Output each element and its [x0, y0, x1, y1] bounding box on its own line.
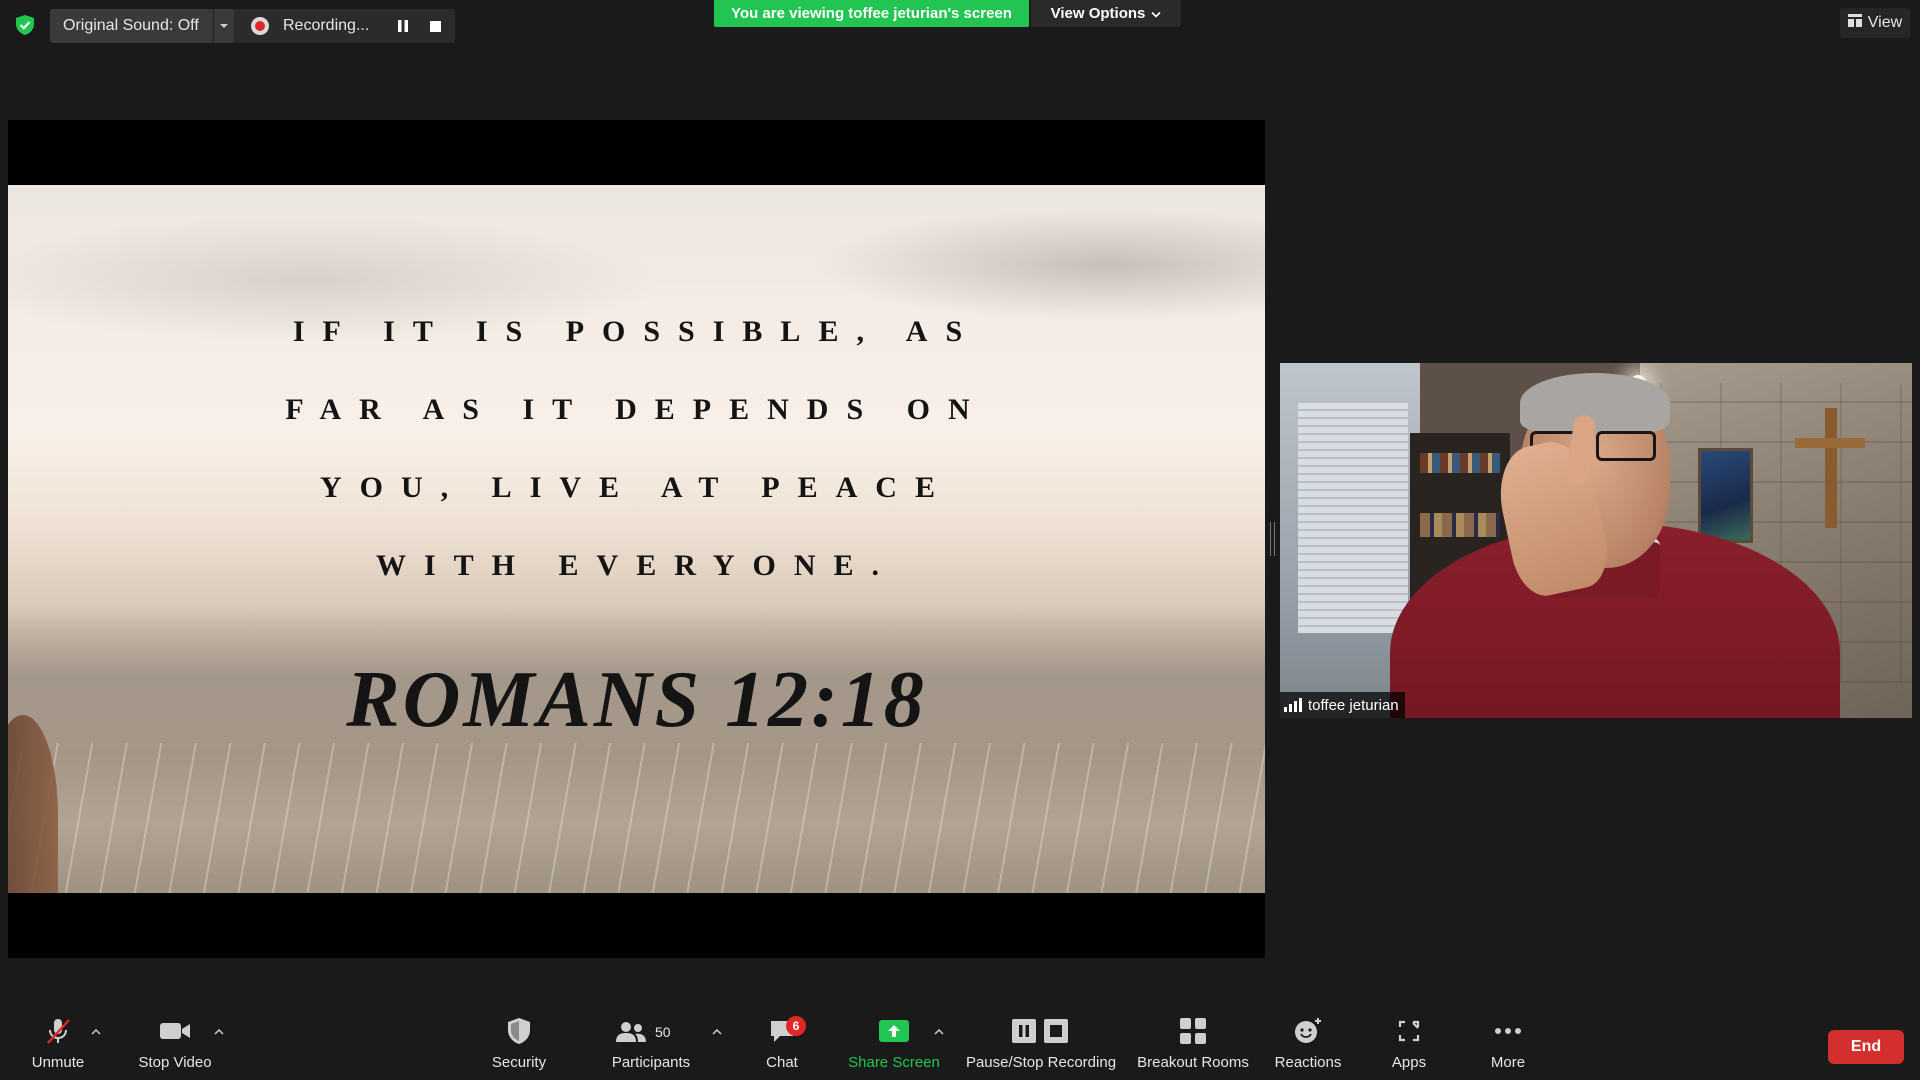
participants-icon: 50	[606, 1010, 696, 1052]
chevron-up-icon[interactable]	[709, 1024, 725, 1040]
breakout-rooms-label: Breakout Rooms	[1137, 1054, 1249, 1071]
verse-line: WITH EVERYONE.	[376, 549, 897, 582]
pause-stop-recording-icon	[1012, 1010, 1070, 1052]
apps-icon	[1396, 1010, 1422, 1052]
participants-label: Participants	[611, 1054, 691, 1071]
stop-video-button[interactable]: Stop Video	[131, 1010, 219, 1080]
recording-label: Recording...	[283, 17, 370, 34]
slide-grass	[8, 743, 1265, 893]
share-screen-arrow-icon	[879, 1010, 909, 1052]
video-cross	[1795, 408, 1865, 528]
view-button[interactable]: View	[1840, 8, 1910, 38]
verse-reference: ROMANS 12:18	[346, 656, 927, 744]
verse-line: IF IT IS POSSIBLE, AS	[292, 315, 981, 348]
participant-name: toffee jeturian	[1308, 696, 1399, 714]
stop-video-label: Stop Video	[138, 1054, 212, 1071]
chevron-up-icon[interactable]	[88, 1024, 104, 1040]
participant-name-tag: toffee jeturian	[1280, 692, 1405, 718]
meeting-toolbar: Unmute Stop Video Security 50 Participan…	[0, 1010, 1920, 1080]
video-camera-icon	[159, 1010, 191, 1052]
pause-stop-recording-button[interactable]: Pause/Stop Recording	[963, 1010, 1119, 1080]
more-button[interactable]: More	[1482, 1010, 1534, 1080]
viewing-screen-banner: You are viewing toffee jeturian's screen	[714, 0, 1029, 27]
share-screen-button[interactable]: Share Screen	[846, 1010, 942, 1080]
participants-count: 50	[655, 1024, 671, 1040]
video-painting	[1698, 448, 1753, 543]
view-options-label: View Options	[1050, 5, 1146, 22]
verse-text: IF IT IS POSSIBLE, AS FAR AS IT DEPENDS …	[8, 293, 1265, 605]
apps-label: Apps	[1391, 1054, 1427, 1071]
reactions-label: Reactions	[1274, 1054, 1342, 1071]
unmute-button[interactable]: Unmute	[22, 1010, 94, 1080]
chat-button[interactable]: 6 Chat	[754, 1010, 810, 1080]
breakout-rooms-icon	[1179, 1010, 1207, 1052]
resize-handle[interactable]	[1270, 522, 1275, 556]
chevron-up-icon[interactable]	[211, 1024, 227, 1040]
verse-line: YOU, LIVE AT PEACE	[320, 471, 953, 504]
breakout-rooms-button[interactable]: Breakout Rooms	[1134, 1010, 1252, 1080]
reactions-icon	[1293, 1010, 1323, 1052]
chat-bubble-icon: 6	[768, 1010, 806, 1052]
chevron-down-icon	[1151, 5, 1161, 22]
caret-down-icon[interactable]	[212, 9, 235, 43]
pause-stop-recording-label: Pause/Stop Recording	[965, 1054, 1117, 1071]
unmute-label: Unmute	[31, 1054, 85, 1071]
participant-video-tile[interactable]: toffee jeturian	[1280, 363, 1912, 718]
video-window-blind	[1298, 403, 1408, 633]
participants-button[interactable]: 50 Participants	[606, 1010, 696, 1080]
security-button[interactable]: Security	[478, 1010, 560, 1080]
recording-indicator: Recording...	[234, 9, 455, 43]
verse-slide: IF IT IS POSSIBLE, AS FAR AS IT DEPENDS …	[8, 185, 1265, 893]
chevron-up-icon[interactable]	[931, 1024, 947, 1040]
muted-mic-icon	[43, 1010, 73, 1052]
share-screen-label: Share Screen	[848, 1054, 940, 1071]
signal-bars-icon	[1284, 698, 1302, 712]
more-dots-icon	[1494, 1010, 1522, 1052]
view-label: View	[1867, 14, 1903, 31]
view-options-button[interactable]: View Options	[1031, 0, 1181, 27]
chat-label: Chat	[766, 1054, 798, 1071]
security-label: Security	[491, 1054, 547, 1071]
grid-view-icon	[1847, 14, 1862, 32]
security-shield-icon	[506, 1010, 532, 1052]
shield-check-icon[interactable]	[14, 14, 36, 36]
reactions-button[interactable]: Reactions	[1270, 1010, 1346, 1080]
more-label: More	[1490, 1054, 1526, 1071]
top-bar: Original Sound: Off Recording... You are…	[0, 0, 1920, 50]
verse-line: FAR AS IT DEPENDS ON	[285, 393, 988, 426]
shared-screen[interactable]: IF IT IS POSSIBLE, AS FAR AS IT DEPENDS …	[8, 120, 1265, 958]
chat-badge: 6	[786, 1016, 806, 1036]
original-sound-button[interactable]: Original Sound: Off	[50, 9, 235, 43]
end-meeting-button[interactable]: End	[1828, 1030, 1904, 1064]
record-dot-icon	[251, 17, 269, 35]
pause-icon[interactable]	[387, 9, 419, 43]
stop-icon[interactable]	[419, 9, 451, 43]
apps-button[interactable]: Apps	[1382, 1010, 1436, 1080]
original-sound-label[interactable]: Original Sound: Off	[50, 9, 213, 43]
